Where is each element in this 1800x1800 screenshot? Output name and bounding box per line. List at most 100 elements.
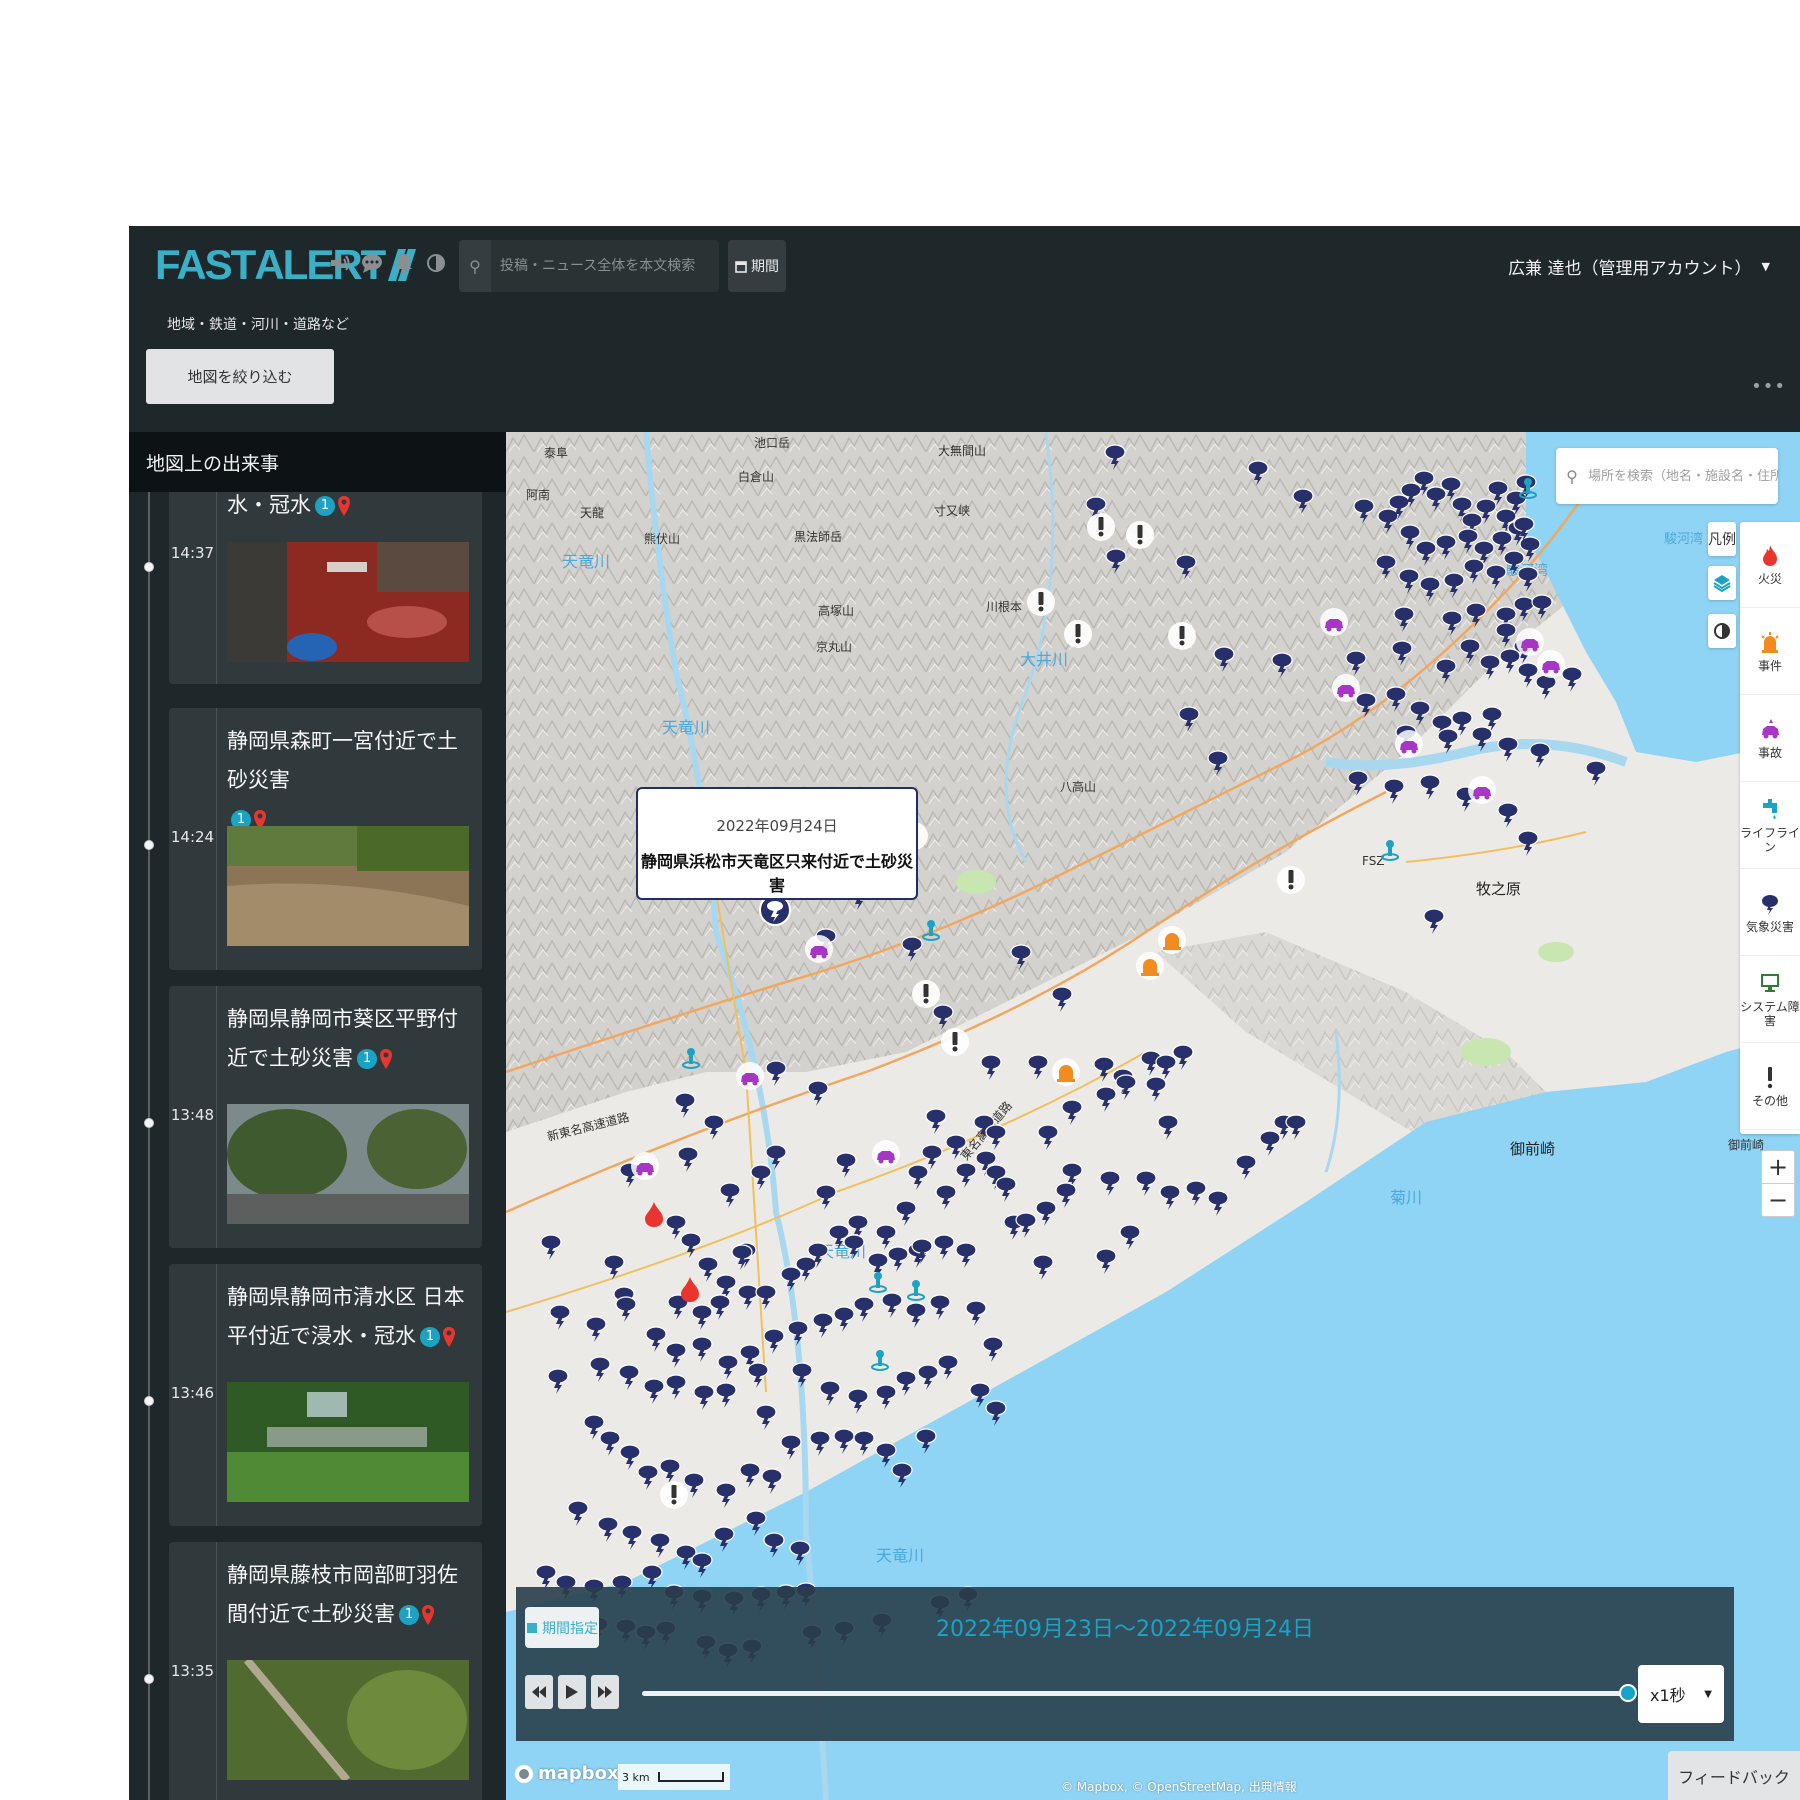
storm-marker-icon[interactable] [1459, 638, 1481, 664]
storm-marker-icon[interactable] [643, 1378, 665, 1404]
accident-marker-icon[interactable] [805, 935, 833, 963]
storm-marker-icon[interactable] [1415, 540, 1437, 566]
storm-marker-icon[interactable] [691, 1304, 713, 1330]
period-button[interactable]: 期間 [728, 240, 786, 292]
event-card[interactable]: 静岡県静岡市清水区 日本平付近で浸水・冠水 1 13:46 [169, 1264, 482, 1526]
storm-marker-icon[interactable] [819, 1380, 841, 1406]
storm-marker-icon[interactable] [599, 1430, 621, 1456]
storm-marker-icon[interactable] [945, 1134, 967, 1160]
period-select-button[interactable]: 期間指定 [525, 1607, 599, 1648]
storm-marker-icon[interactable] [1172, 1044, 1194, 1070]
global-search-input[interactable] [491, 240, 719, 292]
storm-marker-icon[interactable] [691, 1336, 713, 1362]
zoom-in-button[interactable]: + [1761, 1150, 1795, 1184]
storm-marker-icon[interactable] [843, 1234, 865, 1260]
storm-marker-icon[interactable] [755, 1404, 777, 1430]
legend-button[interactable]: 凡例 [1708, 522, 1736, 556]
storm-marker-icon[interactable] [1419, 576, 1441, 602]
storm-marker-icon[interactable] [933, 1234, 955, 1260]
storm-marker-icon[interactable] [1010, 944, 1032, 970]
storm-marker-icon[interactable] [540, 1234, 562, 1260]
storm-marker-icon[interactable] [887, 1246, 909, 1272]
storm-marker-icon[interactable] [1145, 1076, 1167, 1102]
storm-marker-icon[interactable] [1479, 654, 1501, 680]
lifeline-marker-icon[interactable] [869, 1272, 887, 1293]
storm-marker-icon[interactable] [1409, 700, 1431, 726]
storm-marker-icon[interactable] [1471, 726, 1493, 752]
more-options-icon[interactable]: ••• [1751, 376, 1786, 397]
storm-marker-icon[interactable] [1383, 778, 1405, 804]
storm-marker-icon[interactable] [745, 1510, 767, 1536]
storm-marker-icon[interactable] [618, 1364, 640, 1390]
storm-marker-icon[interactable] [1155, 1054, 1177, 1080]
incident-marker-icon[interactable] [1158, 926, 1186, 954]
event-photo[interactable] [227, 1382, 469, 1502]
storm-marker-icon[interactable] [985, 1400, 1007, 1426]
location-pin-icon[interactable] [421, 1604, 435, 1626]
category-car-crash[interactable]: 事故 [1740, 696, 1800, 782]
accident-marker-icon[interactable] [631, 1152, 659, 1180]
storm-marker-icon[interactable] [1435, 658, 1457, 684]
storm-marker-icon[interactable] [1437, 728, 1459, 754]
storm-marker-icon[interactable] [731, 1244, 753, 1270]
storm-marker-icon[interactable] [1259, 1130, 1281, 1156]
storm-marker-icon[interactable] [665, 1342, 687, 1368]
storm-marker-icon[interactable] [915, 1428, 937, 1454]
storm-marker-icon[interactable] [1051, 986, 1073, 1012]
storm-marker-icon[interactable] [1385, 686, 1407, 712]
storm-marker-icon[interactable] [1495, 622, 1517, 648]
storm-marker-icon[interactable] [1375, 554, 1397, 580]
storm-marker-icon[interactable] [1499, 648, 1521, 674]
storm-marker-icon[interactable] [703, 1114, 725, 1140]
storm-marker-icon[interactable] [980, 1054, 1002, 1080]
storm-marker-icon[interactable] [1095, 1248, 1117, 1274]
storm-marker-icon[interactable] [1529, 742, 1551, 768]
storm-marker-icon[interactable] [907, 1164, 929, 1190]
location-pin-icon[interactable] [379, 1048, 393, 1070]
storm-marker-icon[interactable] [717, 1354, 739, 1380]
storm-marker-icon[interactable] [1517, 662, 1539, 688]
storm-marker-icon[interactable] [659, 1458, 681, 1484]
storm-marker-icon[interactable] [621, 1524, 643, 1550]
storm-marker-icon[interactable] [1292, 488, 1314, 514]
storm-marker-icon[interactable] [761, 1468, 783, 1494]
storm-marker-icon[interactable] [1175, 554, 1197, 580]
storm-marker-icon[interactable] [649, 1532, 671, 1558]
storm-marker-icon[interactable] [875, 1224, 897, 1250]
storm-marker-icon[interactable] [1443, 572, 1465, 598]
event-card[interactable]: 水・冠水 1 14:37 [169, 492, 482, 684]
other-marker-icon[interactable] [660, 1481, 688, 1509]
storm-marker-icon[interactable] [995, 1176, 1017, 1202]
category-siren[interactable]: 事件 [1740, 609, 1800, 695]
timeline-slider-track[interactable] [642, 1691, 1628, 1696]
storm-marker-icon[interactable] [713, 1526, 735, 1552]
storm-marker-icon[interactable] [1105, 548, 1127, 574]
storm-marker-icon[interactable] [1099, 1170, 1121, 1196]
location-pin-icon[interactable] [337, 495, 351, 517]
accident-marker-icon[interactable] [1516, 628, 1544, 656]
user-menu[interactable]: 広兼 達也（管理用アカウント） ▼ [1508, 254, 1770, 279]
storm-marker-icon[interactable] [747, 1362, 769, 1388]
global-search[interactable]: ⚲ [459, 240, 719, 292]
storm-marker-icon[interactable] [1517, 830, 1539, 856]
storm-marker-icon[interactable] [921, 1144, 943, 1170]
other-marker-icon[interactable] [1087, 513, 1115, 541]
bell-icon[interactable] [393, 250, 415, 276]
storm-marker-icon[interactable] [1035, 1200, 1057, 1226]
storm-marker-icon[interactable] [932, 1004, 954, 1030]
accident-marker-icon[interactable] [1320, 608, 1348, 636]
storm-marker-icon[interactable] [665, 1374, 687, 1400]
storm-marker-icon[interactable] [807, 1080, 829, 1106]
lifeline-marker-icon[interactable] [907, 1280, 925, 1301]
layers-button[interactable] [1708, 566, 1736, 600]
fire-marker-icon[interactable] [681, 1277, 699, 1302]
storm-marker-icon[interactable] [763, 1532, 785, 1558]
storm-marker-icon[interactable] [567, 1500, 589, 1526]
storm-marker-icon[interactable] [1465, 602, 1487, 628]
event-map[interactable]: 泰阜 阿南 天龍 天竜川 熊伏山 黒法師岳 高塚山 京丸山 池口岳 白倉山 大無… [506, 432, 1800, 1800]
speed-select[interactable]: x1秒 ▼ [1638, 1665, 1724, 1723]
storm-marker-icon[interactable] [755, 1284, 777, 1310]
storm-marker-icon[interactable] [833, 1428, 855, 1454]
storm-marker-icon[interactable] [1207, 750, 1229, 776]
lifeline-marker-icon[interactable] [871, 1350, 889, 1371]
